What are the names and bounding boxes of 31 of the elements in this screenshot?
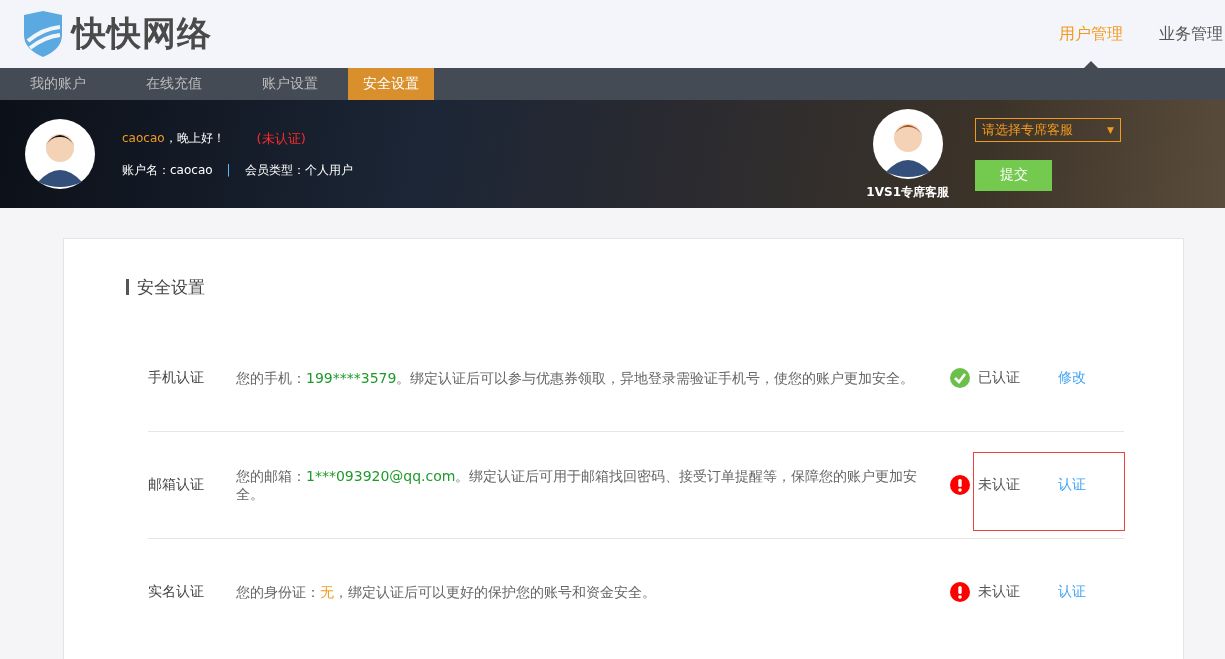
- tab[interactable]: 账户设置: [232, 68, 348, 100]
- status-text: 未认证: [978, 583, 1021, 601]
- section-title: 安全设置: [126, 279, 1124, 295]
- tab[interactable]: 安全设置: [348, 68, 434, 100]
- tab[interactable]: 我的账户: [0, 68, 116, 100]
- verification-status: (未认证): [256, 129, 306, 148]
- top-nav-link[interactable]: 业务管理: [1159, 24, 1223, 44]
- member-type: 会员类型：个人用户: [244, 161, 353, 179]
- shield-logo-icon: [22, 11, 64, 57]
- row-label: 手机认证: [148, 369, 205, 387]
- account-name: 账户名：caocao: [122, 161, 213, 179]
- action-link[interactable]: 认证: [1058, 476, 1086, 494]
- service-select[interactable]: 请选择专席客服 ▼: [975, 117, 1121, 142]
- action-link[interactable]: 认证: [1058, 583, 1086, 601]
- service-caption: 1VS1专席客服: [866, 183, 949, 201]
- separator-text: |: [226, 163, 231, 177]
- row-description: 您的邮箱：1***093920@qq.com。绑定认证后可用于邮箱找回密码、接受订单提醒等，保障您的账户更加安全。: [236, 467, 919, 503]
- action-link[interactable]: 修改: [1058, 369, 1086, 387]
- logo-text: 快快网络: [72, 12, 212, 55]
- greeting-text: caocao，晚上好！: [122, 130, 225, 147]
- row-label: 邮箱认证: [148, 476, 205, 494]
- row-label: 实名认证: [148, 583, 205, 601]
- tab[interactable]: 在线充值: [116, 68, 232, 100]
- status-text: 已认证: [978, 369, 1021, 387]
- top-nav-link[interactable]: 用户管理: [1059, 24, 1123, 44]
- submit-button[interactable]: 提交: [975, 159, 1052, 191]
- row-description: 您的身份证：无，绑定认证后可以更好的保护您的账号和资金安全。: [236, 583, 657, 601]
- avatar-silhouette-icon: [871, 107, 944, 180]
- status-text: 未认证: [978, 476, 1021, 494]
- row-description: 您的手机：199****3579。绑定认证后可以参与优惠券领取，异地登录需验证手机号，使您的账户更加安全。: [236, 369, 916, 387]
- avatar-silhouette-icon: [24, 118, 96, 190]
